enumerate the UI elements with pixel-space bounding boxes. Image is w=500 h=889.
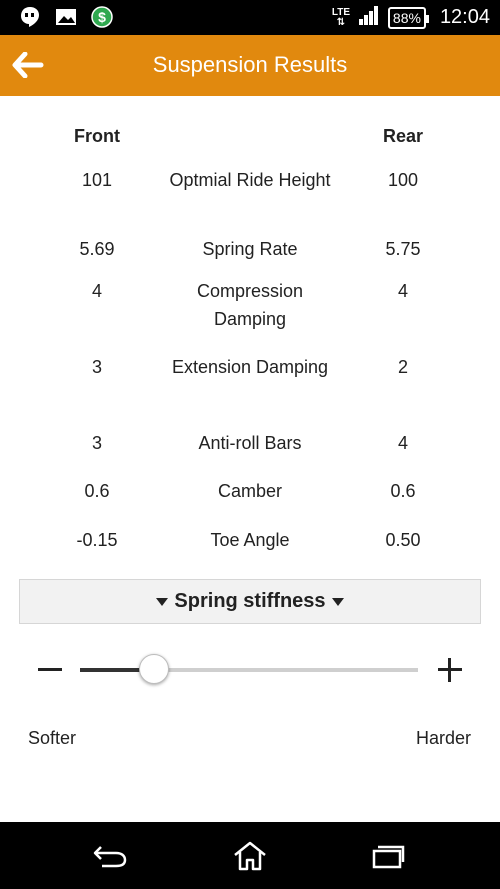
row-label: Spring Rate [202,239,298,259]
row-label: Camber [217,481,283,501]
softer-label: Softer [28,728,77,748]
decrease-button[interactable] [30,652,66,688]
dollar-app-icon: $ [90,6,114,28]
lte-icon: LTE ⇅ [331,6,351,28]
app-bar: Suspension Results [0,35,500,96]
rear-value: 4 [397,281,408,301]
front-value: 3 [91,433,102,453]
triangle-down-icon [156,597,169,606]
battery-icon: 88% [387,6,429,29]
nav-home-button[interactable] [228,838,272,874]
harder-label: Harder [415,728,471,748]
system-indicators: LTE ⇅ 88% 12:04 [332,5,490,30]
network-label: LTE [331,6,351,18]
spring-stiffness-dropdown[interactable]: Spring stiffness [19,579,481,624]
front-value: 3 [91,357,102,377]
front-value: 4 [91,281,102,301]
row-label: Compression Damping [196,281,304,329]
image-icon [54,6,78,28]
front-value: 101 [81,170,113,190]
stiffness-slider-track[interactable] [80,654,418,684]
svg-text:$: $ [98,9,106,25]
recents-icon [372,845,405,869]
row-label: Anti-roll Bars [198,433,302,453]
signal-icon [358,5,380,30]
nav-recents-button[interactable] [366,838,410,874]
rear-value: 0.50 [385,530,421,550]
row-label: Extension Damping [171,357,329,377]
back-icon [93,846,127,868]
notification-icons: $ [18,6,114,28]
front-value: 0.6 [84,481,110,501]
rear-value: 0.6 [390,481,416,501]
rear-value: 5.75 [385,239,421,259]
row-label: Toe Angle [210,530,290,550]
rear-value: 2 [397,357,408,377]
home-icon [234,841,266,871]
nav-back-button[interactable] [88,838,132,874]
battery-level: 88% [392,9,421,26]
increase-button[interactable] [432,652,468,688]
slider-thumb[interactable] [139,654,170,684]
dropdown-label: Spring stiffness [174,590,326,612]
front-value: -0.15 [76,530,118,550]
status-bar: $ LTE ⇅ 88% 12:04 [0,0,500,35]
page-title: Suspension Results [152,52,348,77]
navigation-bar [0,822,500,889]
rear-value: 100 [387,170,419,190]
front-value: 5.69 [79,239,115,259]
rear-value: 4 [397,433,408,453]
clock: 12:04 [439,6,490,28]
hangouts-icon [18,6,42,28]
triangle-down-icon [331,597,344,606]
front-header: Front [74,126,120,146]
row-label: Optmial Ride Height [169,170,331,190]
rear-header: Rear [382,126,424,146]
